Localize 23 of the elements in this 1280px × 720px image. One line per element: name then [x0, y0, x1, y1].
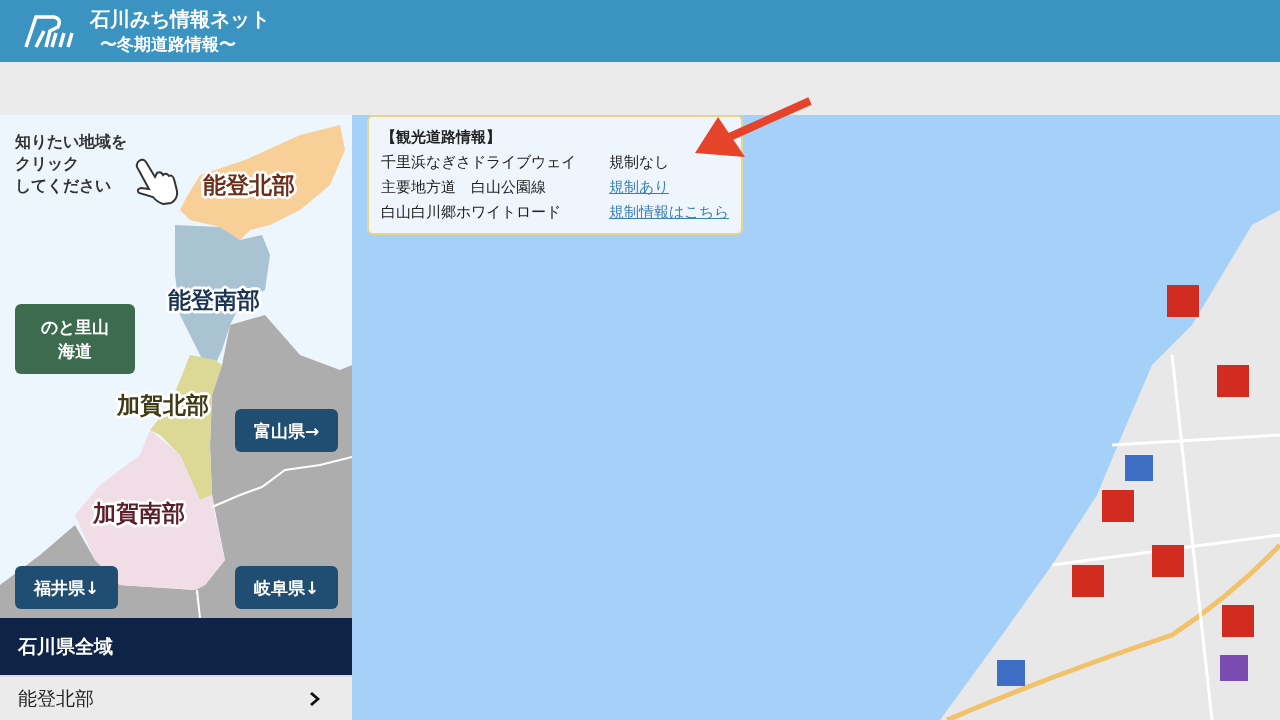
- status-link[interactable]: 規制情報はこちら: [609, 200, 729, 225]
- area-label: 能登北部: [18, 685, 94, 711]
- region-label[interactable]: 能登南部: [168, 285, 260, 316]
- road-status: 規制なし: [609, 153, 670, 172]
- prefecture-button[interactable]: 岐阜県↓: [235, 566, 338, 609]
- prefecture-button[interactable]: 福井県↓: [15, 566, 118, 609]
- road-name: 主要地方道 白山公園線: [381, 178, 547, 197]
- logo-icon: [24, 13, 76, 49]
- area-list-item[interactable]: 能登北部: [0, 675, 352, 720]
- prefecture-button[interactable]: 富山県→: [235, 409, 338, 452]
- pointing-hand-icon: [135, 157, 179, 205]
- hint-text: 知りたい地域を クリック してください: [15, 131, 127, 197]
- info-title: 【観光道路情報】: [381, 128, 502, 147]
- road-name: 千里浜なぎさドライブウェイ: [381, 153, 577, 172]
- status-link[interactable]: 規制あり: [609, 175, 729, 200]
- region-label[interactable]: 能登北部: [203, 170, 295, 201]
- area-header: 石川県全域: [0, 618, 352, 675]
- chevron-icon: [310, 690, 322, 707]
- region-label[interactable]: 加賀南部: [93, 498, 185, 529]
- site-title: 石川みち情報ネット: [90, 6, 270, 32]
- road-name: 白山白川郷ホワイトロード: [381, 203, 562, 222]
- site-subtitle: 〜冬期道路情報〜: [99, 33, 237, 56]
- route-button[interactable]: のと里山海道: [15, 304, 135, 374]
